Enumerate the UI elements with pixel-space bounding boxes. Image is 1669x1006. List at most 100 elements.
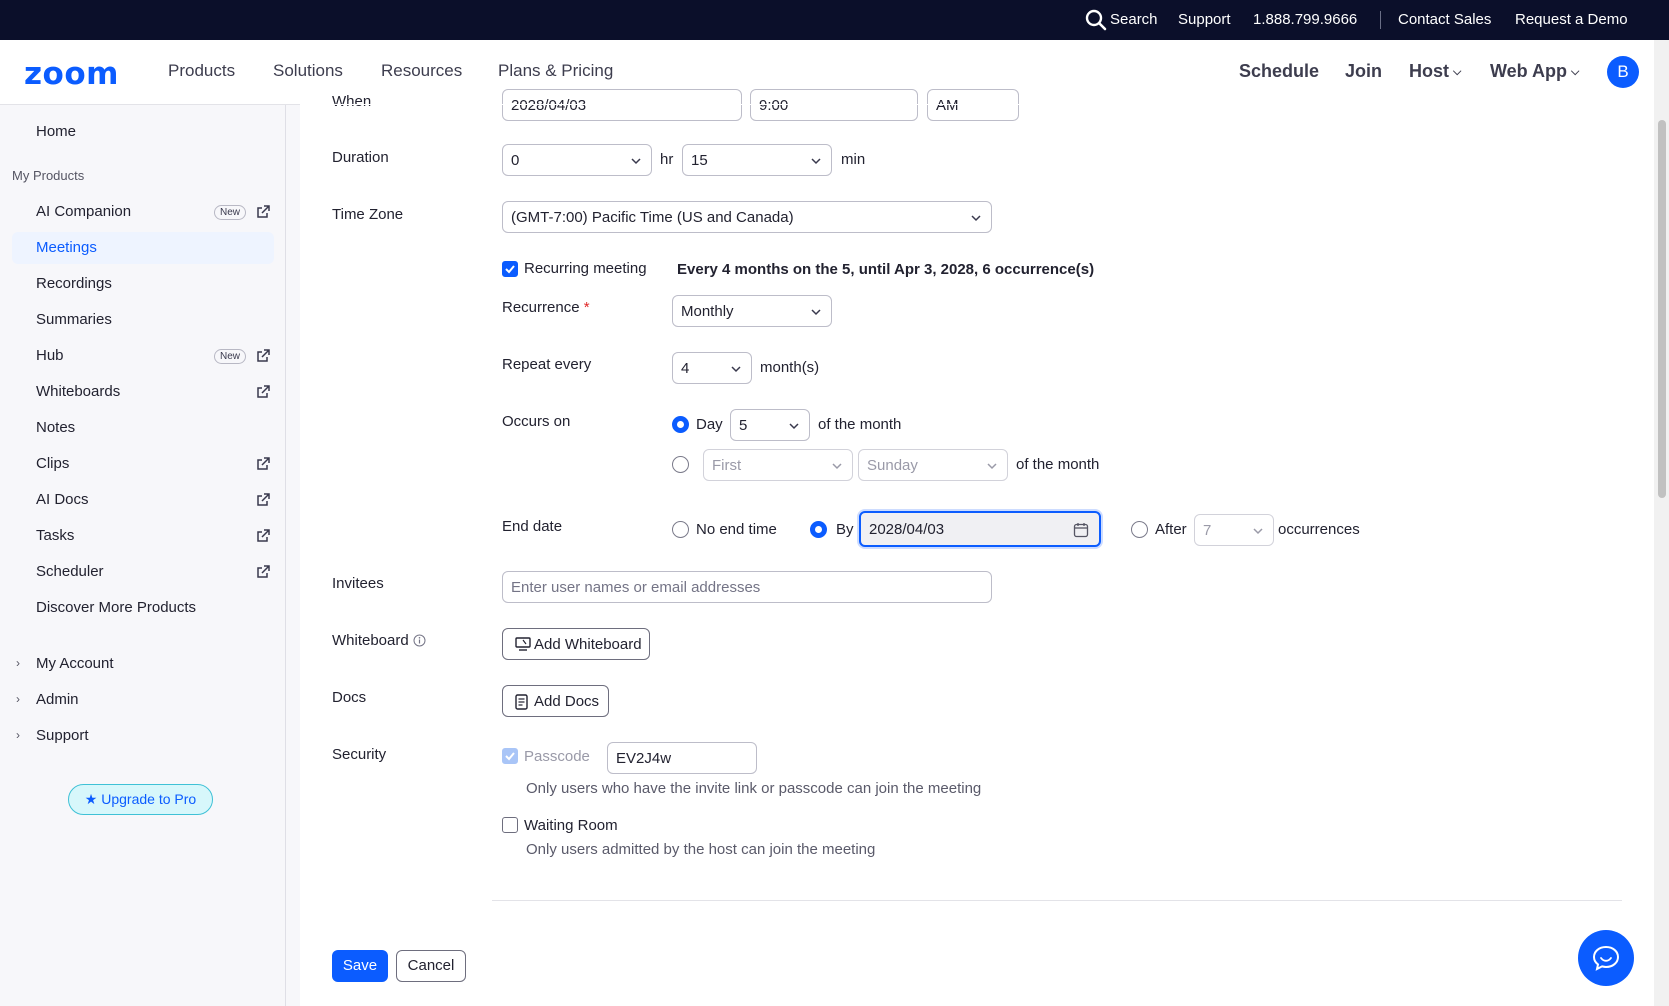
nav-products[interactable]: Products bbox=[168, 61, 235, 81]
search-icon[interactable] bbox=[1085, 9, 1107, 31]
duration-hours-select[interactable]: 0 bbox=[502, 144, 652, 176]
occurs-on-weekday-select[interactable]: Sunday bbox=[858, 449, 1008, 481]
top-utility-bar: Search Support 1.888.799.9666 Contact Sa… bbox=[0, 0, 1669, 40]
avatar[interactable]: B bbox=[1607, 56, 1639, 88]
repeat-every-select[interactable]: 4 bbox=[672, 352, 752, 384]
when-ampm-select[interactable]: AM bbox=[927, 89, 1019, 121]
sidebar-item-label: Admin bbox=[36, 691, 79, 708]
recurrence-summary: Every 4 months on the 5, until Apr 3, 20… bbox=[677, 261, 1095, 278]
recurrence-select[interactable]: Monthly bbox=[672, 295, 832, 327]
occurs-on-day-value: 5 bbox=[739, 417, 748, 434]
sidebar-item-recordings[interactable]: Recordings bbox=[12, 268, 274, 300]
sidebar-item-label: Whiteboards bbox=[36, 383, 121, 400]
sidebar-item-summaries[interactable]: Summaries bbox=[12, 304, 274, 336]
add-docs-button[interactable]: Add Docs bbox=[502, 685, 609, 717]
passcode-value: EV2J4w bbox=[616, 750, 672, 767]
cancel-button[interactable]: Cancel bbox=[396, 950, 466, 982]
occurs-on-week-select[interactable]: First bbox=[703, 449, 853, 481]
time-zone-select[interactable]: (GMT-7:00) Pacific Time (US and Canada) bbox=[502, 201, 992, 233]
sidebar-item-clips[interactable]: Clips bbox=[12, 448, 274, 480]
sidebar-item-whiteboards[interactable]: Whiteboards bbox=[12, 376, 274, 408]
nav-web-app-label: Web App bbox=[1490, 61, 1567, 81]
passcode-hint: Only users who have the invite link or p… bbox=[526, 780, 982, 797]
recurring-meeting-checkbox[interactable] bbox=[502, 261, 518, 277]
passcode-input[interactable]: EV2J4w bbox=[607, 742, 757, 774]
no-end-time-radio[interactable] bbox=[672, 521, 689, 538]
new-badge: New bbox=[214, 349, 247, 364]
end-after-radio[interactable] bbox=[1131, 521, 1148, 538]
schedule-meeting-form: When 2028/04/03 9:00 AM Duration 0 hr 15… bbox=[300, 89, 1654, 1006]
sidebar-item-label: Clips bbox=[36, 455, 70, 472]
contact-sales-link[interactable]: Contact Sales bbox=[1398, 11, 1491, 28]
repeat-every-value: 4 bbox=[681, 360, 690, 377]
occurs-on-day-select[interactable]: 5 bbox=[730, 409, 810, 441]
nav-host[interactable]: Host ⌵ bbox=[1409, 61, 1461, 82]
support-link[interactable]: Support bbox=[1178, 11, 1231, 28]
sidebar-item-ai-docs[interactable]: AI Docs bbox=[12, 484, 274, 516]
nav-solutions[interactable]: Solutions bbox=[273, 61, 343, 81]
nav-web-app[interactable]: Web App ⌵ bbox=[1490, 61, 1579, 82]
chevron-down-icon bbox=[971, 215, 981, 222]
document-icon bbox=[515, 694, 528, 710]
required-mark: * bbox=[583, 299, 590, 316]
whiteboard-icon bbox=[515, 637, 531, 651]
end-date-label: End date bbox=[502, 518, 563, 535]
add-whiteboard-button[interactable]: Add Whiteboard bbox=[502, 628, 650, 660]
sidebar-item-admin[interactable]: › Admin bbox=[12, 684, 274, 716]
phone-link[interactable]: 1.888.799.9666 bbox=[1253, 11, 1357, 28]
of-the-month-text: of the month bbox=[818, 416, 902, 433]
search-link[interactable]: Search bbox=[1110, 11, 1158, 28]
nav-plans-pricing[interactable]: Plans & Pricing bbox=[498, 61, 613, 81]
invitees-label: Invitees bbox=[332, 575, 384, 592]
nav-schedule[interactable]: Schedule bbox=[1239, 61, 1319, 82]
sidebar-item-scheduler[interactable]: Scheduler bbox=[12, 556, 274, 588]
end-after-occurrences-select[interactable]: 7 bbox=[1194, 514, 1274, 546]
sidebar-item-hub[interactable]: Hub New bbox=[12, 340, 274, 372]
zoom-logo[interactable]: zoom bbox=[24, 56, 119, 92]
repeat-every-unit: month(s) bbox=[760, 359, 820, 376]
upgrade-to-pro-button[interactable]: ★ Upgrade to Pro bbox=[68, 784, 213, 815]
sidebar-item-home[interactable]: Home bbox=[12, 116, 274, 148]
sidebar-item-meetings[interactable]: Meetings bbox=[12, 232, 274, 264]
sidebar-item-label: Home bbox=[36, 123, 77, 140]
page-scrollbar-thumb[interactable] bbox=[1658, 120, 1666, 498]
end-by-date-input[interactable]: 2028/04/03 bbox=[859, 511, 1101, 547]
calendar-icon[interactable] bbox=[1073, 522, 1089, 538]
passcode-checkbox[interactable] bbox=[502, 748, 518, 764]
sidebar-item-tasks[interactable]: Tasks bbox=[12, 520, 274, 552]
chevron-down-icon bbox=[832, 463, 842, 470]
of-the-month-text-2: of the month bbox=[1016, 456, 1100, 473]
external-link-icon bbox=[257, 493, 270, 506]
occurs-on-day-radio[interactable] bbox=[672, 416, 689, 433]
whiteboard-label-text: Whiteboard bbox=[332, 632, 409, 649]
chevron-down-icon bbox=[789, 423, 799, 430]
invitees-input[interactable]: Enter user names or email addresses bbox=[502, 571, 992, 603]
repeat-every-label: Repeat every bbox=[502, 356, 592, 373]
sidebar-item-discover-more[interactable]: Discover More Products bbox=[12, 592, 274, 624]
save-button[interactable]: Save bbox=[332, 950, 388, 982]
sidebar-item-my-account[interactable]: › My Account bbox=[12, 648, 274, 680]
recurring-meeting-label: Recurring meeting bbox=[524, 260, 647, 277]
chat-bubble-icon bbox=[1592, 945, 1620, 971]
sidebar-item-ai-companion[interactable]: AI Companion New bbox=[12, 196, 274, 228]
info-icon[interactable] bbox=[413, 634, 426, 647]
nav-resources[interactable]: Resources bbox=[381, 61, 462, 81]
sidebar-item-label: Recordings bbox=[36, 275, 112, 292]
request-demo-link[interactable]: Request a Demo bbox=[1515, 11, 1628, 28]
when-time-select[interactable]: 9:00 bbox=[750, 89, 918, 121]
sidebar-item-support[interactable]: › Support bbox=[12, 720, 274, 752]
when-date-input[interactable]: 2028/04/03 bbox=[502, 89, 742, 121]
recurrence-label-text: Recurrence bbox=[502, 299, 580, 316]
sidebar-item-label: Scheduler bbox=[36, 563, 104, 580]
nav-join[interactable]: Join bbox=[1345, 61, 1382, 82]
duration-minutes-select[interactable]: 15 bbox=[682, 144, 832, 176]
sidebar-item-label: Notes bbox=[36, 419, 76, 436]
when-date-value: 2028/04/03 bbox=[511, 97, 587, 114]
waiting-room-checkbox[interactable] bbox=[502, 817, 518, 833]
chat-support-button[interactable] bbox=[1578, 930, 1634, 986]
security-label: Security bbox=[332, 746, 387, 763]
passcode-label: Passcode bbox=[524, 748, 590, 765]
occurs-on-weekday-radio[interactable] bbox=[672, 456, 689, 473]
sidebar-item-notes[interactable]: Notes bbox=[12, 412, 274, 444]
end-by-radio[interactable] bbox=[810, 521, 827, 538]
